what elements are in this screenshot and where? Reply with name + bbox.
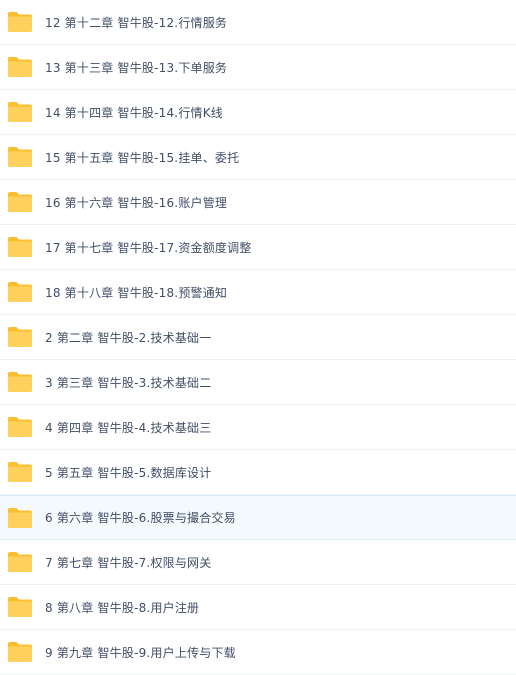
folder-row[interactable]: 15 第十五章 智牛股-15.挂单、委托 [0, 135, 516, 180]
folder-row[interactable]: 8 第八章 智牛股-8.用户注册 [0, 585, 516, 630]
folder-icon [7, 507, 33, 529]
folder-name: 6 第六章 智牛股-6.股票与撮合交易 [45, 511, 236, 525]
folder-icon [7, 641, 33, 663]
folder-icon [7, 416, 33, 438]
folder-name: 17 第十七章 智牛股-17.资金额度调整 [45, 240, 252, 255]
folder-row[interactable]: 5 第五章 智牛股-5.数据库设计 [0, 450, 516, 495]
folder-icon [7, 551, 33, 573]
folder-name: 16 第十六章 智牛股-16.账户管理 [45, 195, 228, 210]
folder-name: 5 第五章 智牛股-5.数据库设计 [45, 465, 212, 480]
folder-icon [7, 146, 33, 168]
folder-row[interactable]: 4 第四章 智牛股-4.技术基础三 [0, 405, 516, 450]
folder-row[interactable]: 16 第十六章 智牛股-16.账户管理 [0, 180, 516, 225]
folder-icon [7, 191, 33, 213]
folder-row[interactable]: 7 第七章 智牛股-7.权限与网关 [0, 540, 516, 585]
folder-row[interactable]: 18 第十八章 智牛股-18.预警通知 [0, 270, 516, 315]
folder-row[interactable]: 14 第十四章 智牛股-14.行情K线 [0, 90, 516, 135]
folder-icon [7, 281, 33, 303]
folder-row[interactable]: 2 第二章 智牛股-2.技术基础一 [0, 315, 516, 360]
folder-name: 3 第三章 智牛股-3.技术基础二 [45, 375, 212, 390]
folder-icon [7, 461, 33, 483]
folder-icon [7, 11, 33, 33]
folder-icon [7, 326, 33, 348]
folder-name: 8 第八章 智牛股-8.用户注册 [45, 600, 200, 615]
folder-row[interactable]: 12 第十二章 智牛股-12.行情服务 [0, 0, 516, 45]
folder-icon [7, 101, 33, 123]
folder-name: 18 第十八章 智牛股-18.预警通知 [45, 285, 228, 300]
folder-row[interactable]: 9 第九章 智牛股-9.用户上传与下载 [0, 630, 516, 675]
folder-name: 2 第二章 智牛股-2.技术基础一 [45, 330, 212, 345]
folder-name: 7 第七章 智牛股-7.权限与网关 [45, 555, 212, 570]
folder-icon [7, 56, 33, 78]
folder-name: 14 第十四章 智牛股-14.行情K线 [45, 105, 223, 120]
folder-icon [7, 371, 33, 393]
folder-name: 12 第十二章 智牛股-12.行情服务 [45, 15, 228, 30]
folder-row-hovered[interactable]: 6 第六章 智牛股-6.股票与撮合交易 [0, 495, 516, 540]
folder-row[interactable]: 3 第三章 智牛股-3.技术基础二 [0, 360, 516, 405]
folder-icon [7, 236, 33, 258]
folder-row[interactable]: 17 第十七章 智牛股-17.资金额度调整 [0, 225, 516, 270]
folder-icon [7, 596, 33, 618]
folder-name: 15 第十五章 智牛股-15.挂单、委托 [45, 150, 240, 165]
folder-row[interactable]: 13 第十三章 智牛股-13.下单服务 [0, 45, 516, 90]
folder-name: 9 第九章 智牛股-9.用户上传与下载 [45, 645, 236, 660]
file-list: 12 第十二章 智牛股-12.行情服务 13 第十三章 智牛股-13.下单服务 … [0, 0, 516, 675]
folder-name: 13 第十三章 智牛股-13.下单服务 [45, 60, 228, 75]
folder-name: 4 第四章 智牛股-4.技术基础三 [45, 420, 212, 435]
